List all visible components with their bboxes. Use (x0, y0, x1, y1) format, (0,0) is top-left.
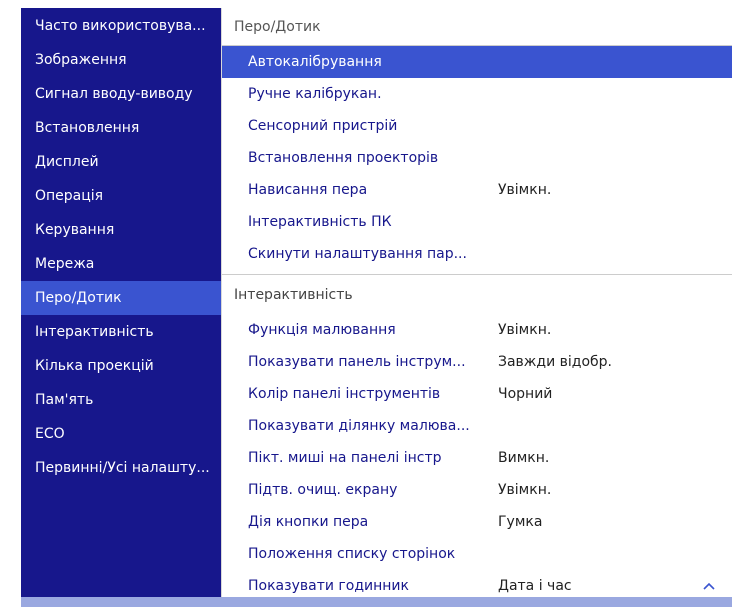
menu-row-confirm-clear-screen[interactable]: Підтв. очищ. екрану Увімкн. (222, 474, 732, 506)
menu-row-projector-installation[interactable]: Встановлення проекторів (222, 142, 732, 174)
menu-row-pen-button-action[interactable]: Дія кнопки пера Гумка (222, 506, 732, 538)
section-title-pen-touch: Перо/Дотик (222, 8, 732, 46)
menu-row-label: Скинути налаштування пар... (248, 246, 467, 262)
scroll-indicator-bar (21, 597, 732, 607)
menu-row-label: Підтв. очищ. екрану (248, 482, 398, 498)
sidebar-item-interactivity[interactable]: Інтерактивність (21, 315, 221, 349)
menu-row-toolbar-color[interactable]: Колір панелі інструментів Чорний (222, 378, 732, 410)
menu-window: Часто використовува... Зображення Сигнал… (21, 8, 732, 607)
sidebar-item-reset-all[interactable]: Первинні/Усі налашту... (21, 451, 221, 485)
sidebar-item-management[interactable]: Керування (21, 213, 221, 247)
menu-row-touch-unit[interactable]: Сенсорний пристрій (222, 110, 732, 142)
sidebar-item-pen-touch[interactable]: Перо/Дотик (21, 281, 221, 315)
menu-row-value: Увімкн. (498, 482, 552, 498)
menu-row-value: Гумка (498, 514, 543, 530)
sidebar-item-operation[interactable]: Операція (21, 179, 221, 213)
menu-row-reset-settings[interactable]: Скинути налаштування пар... (222, 238, 732, 270)
menu-row-show-drawing-area[interactable]: Показувати ділянку малюва... (222, 410, 732, 442)
menu-row-value: Увімкн. (498, 322, 552, 338)
menu-row-manual-calibration[interactable]: Ручне калібрукан. (222, 78, 732, 110)
menu-row-pc-interactivity[interactable]: Інтерактивність ПК (222, 206, 732, 238)
menu-row-label: Показувати панель інструм... (248, 354, 466, 370)
sidebar-item-image[interactable]: Зображення (21, 43, 221, 77)
menu-row-label: Автокалібрування (248, 54, 382, 70)
menu-row-value: Дата і час (498, 578, 572, 594)
chevron-up-icon[interactable] (702, 579, 716, 593)
menu-row-label: Ручне калібрукан. (248, 86, 382, 102)
sidebar-item-frequently-used[interactable]: Часто використовува... (21, 9, 221, 43)
menu-row-label: Колір панелі інструментів (248, 386, 441, 402)
menu-row-mouse-icon-toolbar[interactable]: Пікт. миші на панелі інстр Вимкн. (222, 442, 732, 474)
sidebar-item-network[interactable]: Мережа (21, 247, 221, 281)
menu-row-pen-hover[interactable]: Нависання пера Увімкн. (222, 174, 732, 206)
settings-panel: Перо/Дотик Автокалібрування Ручне калібр… (221, 8, 732, 607)
menu-row-value: Вимкн. (498, 450, 550, 466)
menu-row-label: Дія кнопки пера (248, 514, 369, 530)
menu-row-label: Положення списку сторінок (248, 546, 456, 562)
menu-row-label: Функція малювання (248, 322, 396, 338)
menu-row-value: Завжди відобр. (498, 354, 613, 370)
menu-row-value: Чорний (498, 386, 553, 402)
menu-row-drawing-function[interactable]: Функція малювання Увімкн. (222, 314, 732, 346)
menu-row-page-list-position[interactable]: Положення списку сторінок (222, 538, 732, 570)
menu-row-label: Показувати годинник (248, 578, 409, 594)
sidebar-item-eco[interactable]: ECO (21, 417, 221, 451)
sidebar: Часто використовува... Зображення Сигнал… (21, 8, 221, 607)
menu-row-label: Встановлення проекторів (248, 150, 439, 166)
section-title-interactivity: Інтерактивність (222, 274, 732, 314)
menu-row-label: Нависання пера (248, 182, 368, 198)
menu-row-label: Інтерактивність ПК (248, 214, 392, 230)
sidebar-item-signal-io[interactable]: Сигнал вводу-виводу (21, 77, 221, 111)
menu-row-show-toolbar[interactable]: Показувати панель інструм... Завжди відо… (222, 346, 732, 378)
sidebar-item-memory[interactable]: Пам'ять (21, 383, 221, 417)
sidebar-item-display[interactable]: Дисплей (21, 145, 221, 179)
menu-row-label: Сенсорний пристрій (248, 118, 398, 134)
sidebar-item-multi-projection[interactable]: Кілька проекцій (21, 349, 221, 383)
sidebar-item-installation[interactable]: Встановлення (21, 111, 221, 145)
menu-row-label: Показувати ділянку малюва... (248, 418, 470, 434)
menu-row-label: Пікт. миші на панелі інстр (248, 450, 442, 466)
menu-row-auto-calibration[interactable]: Автокалібрування (222, 46, 732, 78)
menu-row-value: Увімкн. (498, 182, 552, 198)
